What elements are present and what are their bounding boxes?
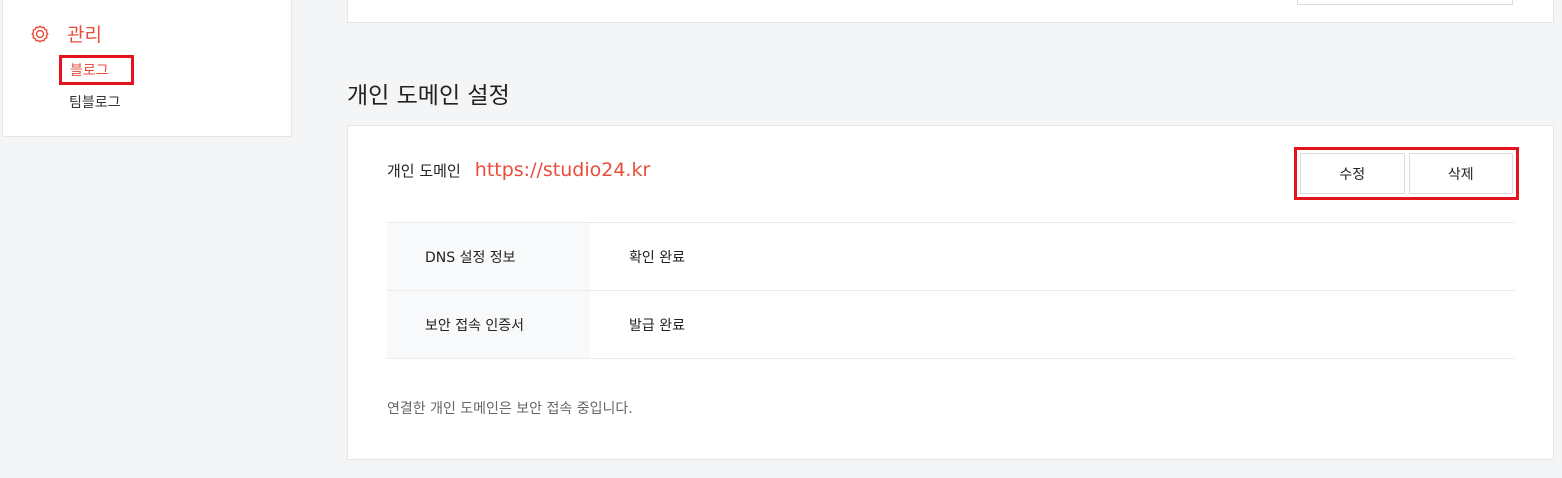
secure-connection-note: 연결한 개인 도메인은 보안 접속 중입니다. xyxy=(387,401,633,417)
domain-actions: 수정 삭제 xyxy=(1294,147,1519,200)
sidebar-title: 관리 xyxy=(67,24,102,46)
table-row: 보안 접속 인증서 발급 완료 xyxy=(387,290,1515,359)
row-value: 확인 완료 xyxy=(629,249,685,266)
table-row: DNS 설정 정보 확인 완료 xyxy=(387,222,1515,291)
sidebar: 관리 블로그 팀블로그 xyxy=(2,0,292,137)
domain-info-table: DNS 설정 정보 확인 완료 보안 접속 인증서 발급 완료 xyxy=(387,222,1515,359)
section-title: 개인 도메인 설정 xyxy=(347,83,510,109)
domain-row: 개인 도메인 https://studio24.kr xyxy=(387,159,650,181)
domain-label: 개인 도메인 xyxy=(387,162,461,180)
previous-settings-card xyxy=(347,0,1554,23)
edit-button[interactable]: 수정 xyxy=(1300,153,1405,194)
previous-input-field[interactable] xyxy=(1297,0,1513,5)
domain-settings-card: 개인 도메인 https://studio24.kr 수정 삭제 DNS 설정 … xyxy=(347,125,1554,460)
gear-icon xyxy=(31,24,49,43)
row-label: 보안 접속 인증서 xyxy=(387,290,590,359)
row-value: 발급 완료 xyxy=(629,317,685,334)
sidebar-section-manage[interactable]: 관리 xyxy=(27,20,102,47)
delete-button[interactable]: 삭제 xyxy=(1408,153,1513,194)
sidebar-item-blog[interactable]: 블로그 xyxy=(59,55,134,85)
row-label: DNS 설정 정보 xyxy=(387,222,590,291)
sidebar-item-team-blog[interactable]: 팀블로그 xyxy=(69,92,121,112)
domain-url-link[interactable]: https://studio24.kr xyxy=(475,159,651,181)
